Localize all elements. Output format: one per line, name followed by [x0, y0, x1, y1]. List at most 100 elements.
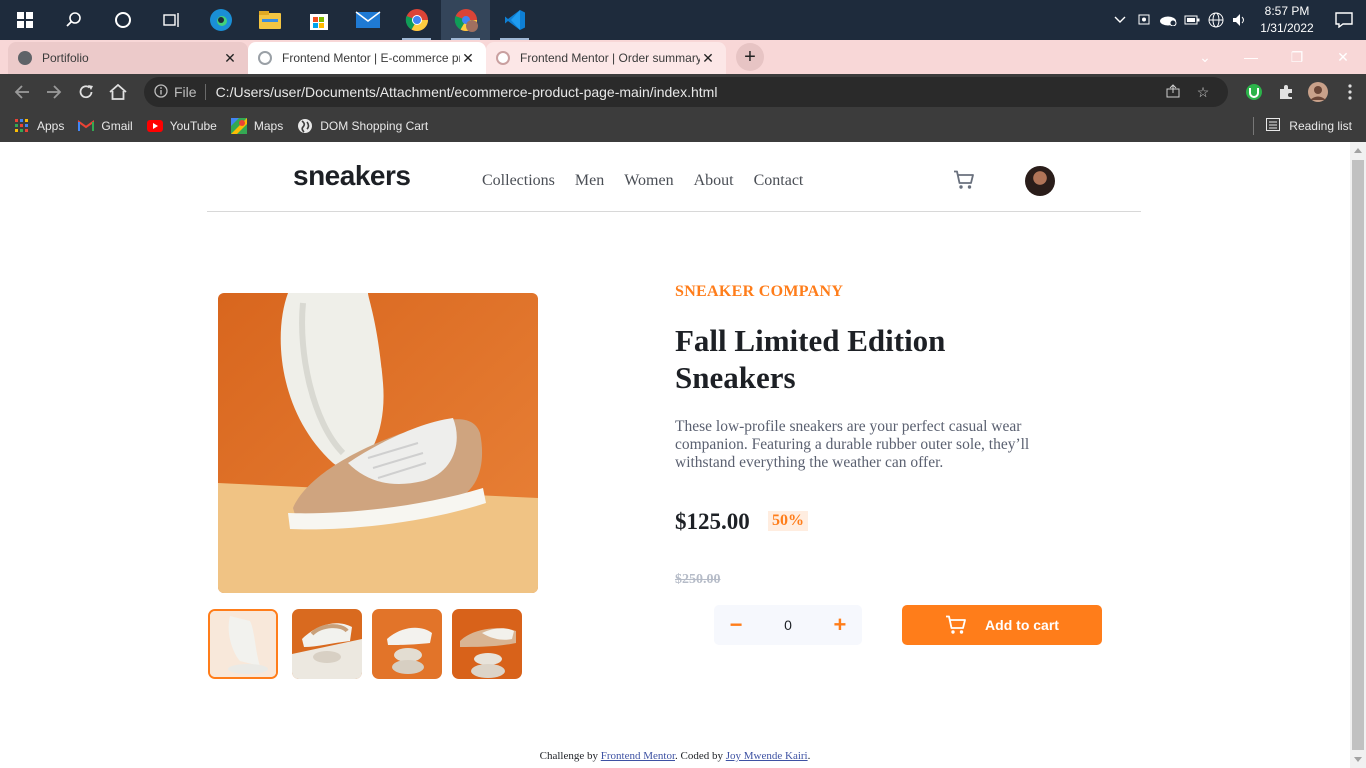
info-icon[interactable]: [154, 83, 168, 101]
scroll-up-icon[interactable]: [1354, 148, 1362, 153]
url-text[interactable]: C:/Users/user/Documents/Attachment/ecomm…: [216, 84, 1158, 100]
onedrive-icon[interactable]: [1156, 0, 1180, 40]
nav-about[interactable]: About: [694, 172, 734, 190]
frontend-mentor-link[interactable]: Frontend Mentor: [601, 750, 675, 762]
cart-icon[interactable]: [953, 170, 975, 195]
new-tab-button[interactable]: +: [736, 43, 764, 71]
footer-middle: . Coded by: [675, 750, 723, 762]
cortana-icon[interactable]: [98, 0, 147, 40]
scroll-down-icon[interactable]: [1354, 757, 1362, 762]
footer-prefix: Challenge by: [539, 750, 598, 762]
store-icon[interactable]: [294, 0, 343, 40]
bookmark-label: Gmail: [101, 119, 133, 133]
back-icon[interactable]: [6, 74, 38, 110]
search-icon[interactable]: [49, 0, 98, 40]
reading-list-button[interactable]: Reading list: [1253, 117, 1352, 135]
bookmark-gmail[interactable]: Gmail: [78, 110, 133, 142]
bookmark-label: YouTube: [169, 119, 217, 133]
reading-list-icon: [1266, 118, 1282, 134]
web-page: sneakers Collections Men Women About Con…: [0, 142, 1350, 768]
discount-badge: 50%: [768, 511, 808, 531]
nav-contact[interactable]: Contact: [754, 172, 804, 190]
tab-ecommerce[interactable]: Frontend Mentor | E-commerce product pag…: [248, 42, 486, 74]
site-logo[interactable]: sneakers: [293, 160, 411, 192]
quantity-stepper: − 0 +: [714, 605, 862, 645]
apps-grid-icon: [14, 118, 30, 134]
network-icon[interactable]: [1204, 0, 1228, 40]
volume-icon[interactable]: [1228, 0, 1252, 40]
bookmark-label: DOM Shopping Cart: [320, 119, 429, 133]
divider: [204, 84, 206, 100]
browser-tab-strip: Portifolio ✕ Frontend Mentor | E-commerc…: [0, 40, 1366, 74]
system-clock[interactable]: 8:57 PM 1/31/2022: [1252, 3, 1322, 37]
bookmark-dom-shopping-cart[interactable]: DOM Shopping Cart: [297, 110, 428, 142]
nav-men[interactable]: Men: [575, 172, 604, 190]
profile-avatar[interactable]: [1302, 74, 1334, 110]
bookmark-apps[interactable]: Apps: [14, 110, 64, 142]
restore-icon[interactable]: ❐: [1274, 49, 1320, 66]
product-main-image[interactable]: [218, 293, 538, 593]
reload-icon[interactable]: [70, 74, 102, 110]
user-avatar[interactable]: [1025, 166, 1055, 196]
cart-icon: [946, 615, 966, 634]
battery-icon[interactable]: [1180, 0, 1204, 40]
tab-search-icon[interactable]: ⌄: [1182, 49, 1228, 66]
close-icon[interactable]: ✕: [222, 50, 238, 67]
nav-collections[interactable]: Collections: [482, 172, 555, 190]
notifications-icon[interactable]: [1322, 0, 1366, 40]
page-scrollbar[interactable]: [1350, 142, 1366, 768]
scrollbar-thumb[interactable]: [1352, 160, 1364, 750]
start-icon[interactable]: [0, 0, 49, 40]
add-to-cart-button[interactable]: Add to cart: [902, 605, 1102, 645]
menu-kebab-icon[interactable]: [1334, 74, 1366, 110]
webcam-icon[interactable]: [1132, 0, 1156, 40]
company-label: SNEAKER COMPANY: [675, 283, 844, 300]
bookmark-maps[interactable]: Maps: [230, 110, 284, 142]
vscode-icon[interactable]: [490, 0, 539, 40]
tab-portifolio[interactable]: Portifolio ✕: [8, 42, 248, 74]
tab-order-summary[interactable]: Frontend Mentor | Order summary card ✕: [486, 42, 726, 74]
close-icon[interactable]: ✕: [700, 50, 716, 67]
product-description: These low-profile sneakers are your perf…: [675, 418, 1030, 471]
extensions-icon[interactable]: [1270, 74, 1302, 110]
minimize-icon[interactable]: —: [1228, 49, 1274, 65]
frontend-mentor-icon: [496, 51, 510, 65]
product-thumbnail-1[interactable]: [208, 609, 278, 679]
close-icon[interactable]: ✕: [460, 50, 476, 67]
chevron-up-icon[interactable]: [1108, 0, 1132, 40]
author-link[interactable]: Joy Mwende Kairi: [726, 750, 808, 762]
address-scheme: File: [174, 84, 197, 100]
bookmark-label: Maps: [253, 119, 284, 133]
tab-title: Portifolio: [42, 51, 89, 65]
file-explorer-icon[interactable]: [245, 0, 294, 40]
product-thumbnail-4[interactable]: [452, 609, 522, 679]
bookmark-youtube[interactable]: YouTube: [146, 110, 217, 142]
clock-time: 8:57 PM: [1264, 4, 1310, 18]
share-icon[interactable]: [1158, 83, 1188, 101]
frontend-mentor-icon: [258, 51, 272, 65]
forward-icon[interactable]: [38, 74, 70, 110]
task-view-icon[interactable]: [147, 0, 196, 40]
tab-title: Frontend Mentor | E-commerce product pag…: [282, 51, 460, 65]
minus-icon[interactable]: −: [728, 612, 744, 638]
close-window-icon[interactable]: ✕: [1320, 49, 1366, 66]
window-controls: ⌄ — ❐ ✕: [1182, 40, 1366, 74]
product-thumbnail-3[interactable]: [372, 609, 442, 679]
bookmark-star-icon[interactable]: ☆: [1188, 84, 1218, 101]
product-thumbnail-2[interactable]: [292, 609, 362, 679]
bookmark-label: Apps: [37, 119, 65, 133]
address-bar[interactable]: File C:/Users/user/Documents/Attachment/…: [144, 77, 1228, 107]
browser-toolbar: File C:/Users/user/Documents/Attachment/…: [0, 74, 1366, 110]
tab-title: Frontend Mentor | Order summary card: [520, 51, 700, 65]
nav-women[interactable]: Women: [624, 172, 673, 190]
youtube-icon: [146, 118, 163, 134]
chrome-profile-icon[interactable]: [441, 0, 490, 40]
windows-taskbar: 8:57 PM 1/31/2022: [0, 0, 1366, 40]
plus-icon[interactable]: +: [832, 612, 848, 638]
site-header: sneakers Collections Men Women About Con…: [207, 142, 1141, 212]
edge-icon[interactable]: [196, 0, 245, 40]
chrome-icon[interactable]: [392, 0, 441, 40]
mail-icon[interactable]: [343, 0, 392, 40]
home-icon[interactable]: [102, 74, 134, 110]
utorrent-extension-icon[interactable]: [1238, 74, 1270, 110]
